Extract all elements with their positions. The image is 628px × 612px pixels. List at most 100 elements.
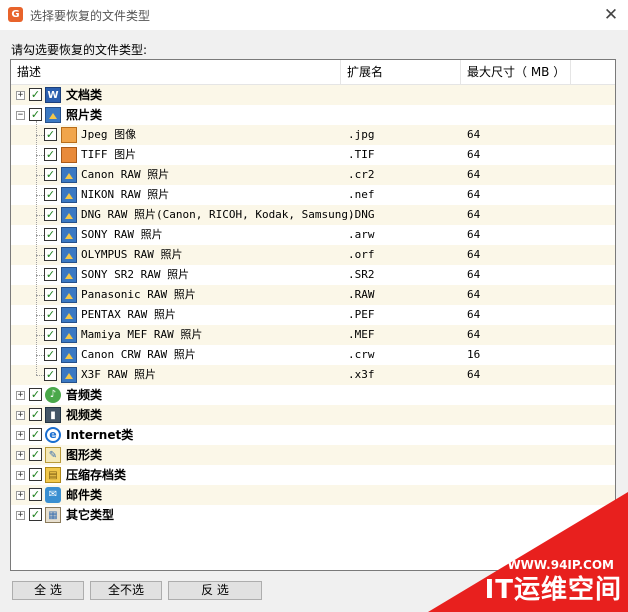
- expand-toggle[interactable]: +: [16, 491, 25, 500]
- file-type-row[interactable]: ✓ Mamiya MEF RAW 照片 .MEF 64: [11, 325, 615, 345]
- max-size: 64: [467, 228, 481, 241]
- file-type-label: Panasonic RAW 照片: [81, 288, 196, 301]
- file-type-checkbox[interactable]: ✓: [44, 168, 57, 181]
- tiff-file-icon: [61, 147, 77, 163]
- file-type-row[interactable]: ✓ Canon CRW RAW 照片 .crw 16: [11, 345, 615, 365]
- category-row[interactable]: + ✓ ✎ 图形类: [11, 445, 615, 465]
- category-label: 图形类: [66, 448, 103, 462]
- category-row[interactable]: − ✓ 照片类: [11, 105, 615, 125]
- file-type-checkbox[interactable]: ✓: [44, 268, 57, 281]
- category-checkbox[interactable]: ✓: [29, 88, 42, 101]
- jpeg-file-icon: [61, 127, 77, 143]
- raw-photo-icon: [61, 207, 77, 223]
- column-header-max-size[interactable]: 最大尺寸（ MB ）: [461, 60, 571, 84]
- expand-toggle[interactable]: +: [16, 91, 25, 100]
- select-none-button[interactable]: 全不选: [90, 581, 162, 600]
- category-checkbox[interactable]: ✓: [29, 428, 42, 441]
- file-type-row[interactable]: ✓ Jpeg 图像 .jpg 64: [11, 125, 615, 145]
- max-size: 64: [467, 168, 481, 181]
- internet-explorer-icon: e: [45, 427, 61, 443]
- file-type-row[interactable]: ✓ NIKON RAW 照片 .nef 64: [11, 185, 615, 205]
- category-label: 压缩存档类: [66, 468, 127, 482]
- column-header-extension[interactable]: 扩展名: [341, 60, 461, 84]
- category-row[interactable]: + ✓ ♪ 音频类: [11, 385, 615, 405]
- category-checkbox[interactable]: ✓: [29, 388, 42, 401]
- file-type-row[interactable]: ✓ Canon RAW 照片 .cr2 64: [11, 165, 615, 185]
- max-size: 64: [467, 148, 481, 161]
- category-row[interactable]: + ✓ ▮ 视频类: [11, 405, 615, 425]
- file-type-row[interactable]: ✓ Panasonic RAW 照片 .RAW 64: [11, 285, 615, 305]
- expand-toggle[interactable]: +: [16, 411, 25, 420]
- file-type-checkbox[interactable]: ✓: [44, 328, 57, 341]
- select-all-button[interactable]: 全 选: [12, 581, 84, 600]
- file-extension: .x3f: [348, 368, 375, 381]
- category-checkbox[interactable]: ✓: [29, 408, 42, 421]
- file-type-row[interactable]: ✓ SONY SR2 RAW 照片 .SR2 64: [11, 265, 615, 285]
- file-extension: .arw: [348, 228, 375, 241]
- close-button[interactable]: ✕: [600, 4, 622, 26]
- file-type-checkbox[interactable]: ✓: [44, 308, 57, 321]
- file-type-checkbox[interactable]: ✓: [44, 248, 57, 261]
- file-type-row[interactable]: ✓ DNG RAW 照片(Canon, RICOH, Kodak, Samsung…: [11, 205, 615, 225]
- max-size: 64: [467, 248, 481, 261]
- raw-photo-icon: [61, 327, 77, 343]
- file-type-checkbox[interactable]: ✓: [44, 228, 57, 241]
- expand-toggle[interactable]: −: [16, 111, 25, 120]
- category-checkbox[interactable]: ✓: [29, 468, 42, 481]
- category-label: 其它类型: [66, 508, 115, 522]
- file-type-checkbox[interactable]: ✓: [44, 288, 57, 301]
- file-extension: .crw: [348, 348, 375, 361]
- category-label: 文档类: [66, 88, 103, 102]
- file-type-label: Mamiya MEF RAW 照片: [81, 328, 203, 341]
- expand-toggle[interactable]: +: [16, 451, 25, 460]
- file-type-checkbox[interactable]: ✓: [44, 208, 57, 221]
- raw-photo-icon: [61, 247, 77, 263]
- file-type-row[interactable]: ✓ PENTAX RAW 照片 .PEF 64: [11, 305, 615, 325]
- max-size: 64: [467, 188, 481, 201]
- file-type-checkbox[interactable]: ✓: [44, 188, 57, 201]
- category-label: 视频类: [66, 408, 103, 422]
- file-type-label: TIFF 图片: [81, 148, 137, 161]
- raw-photo-icon: [61, 187, 77, 203]
- raw-photo-icon: [61, 167, 77, 183]
- category-row[interactable]: + ✓ W 文档类: [11, 85, 615, 105]
- category-checkbox[interactable]: ✓: [29, 448, 42, 461]
- file-type-checkbox[interactable]: ✓: [44, 128, 57, 141]
- file-type-checkbox[interactable]: ✓: [44, 348, 57, 361]
- raw-photo-icon: [61, 267, 77, 283]
- invert-selection-button[interactable]: 反 选: [168, 581, 262, 600]
- category-label: Internet类: [66, 428, 134, 442]
- file-type-checkbox[interactable]: ✓: [44, 148, 57, 161]
- category-row[interactable]: + ✓ ▤ 压缩存档类: [11, 465, 615, 485]
- expand-toggle[interactable]: +: [16, 431, 25, 440]
- file-type-row[interactable]: ✓ X3F RAW 照片 .x3f 64: [11, 365, 615, 385]
- watermark-brand: IT运维空间: [484, 575, 622, 605]
- file-extension: .nef: [348, 188, 375, 201]
- app-icon: G: [8, 7, 23, 22]
- file-type-label: Canon CRW RAW 照片: [81, 348, 196, 361]
- expand-toggle[interactable]: +: [16, 511, 25, 520]
- file-extension: .DNG: [348, 208, 375, 221]
- category-checkbox[interactable]: ✓: [29, 488, 42, 501]
- file-type-row[interactable]: ✓ TIFF 图片 .TIF 64: [11, 145, 615, 165]
- expand-toggle[interactable]: +: [16, 471, 25, 480]
- tree-connector: [36, 355, 44, 356]
- file-type-label: OLYMPUS RAW 照片: [81, 248, 183, 261]
- expand-toggle[interactable]: +: [16, 391, 25, 400]
- other-files-icon: ▦: [45, 507, 61, 523]
- category-row[interactable]: + ✓ e Internet类: [11, 425, 615, 445]
- raw-photo-icon: [61, 227, 77, 243]
- file-extension: .SR2: [348, 268, 375, 281]
- file-type-checkbox[interactable]: ✓: [44, 368, 57, 381]
- file-type-row[interactable]: ✓ OLYMPUS RAW 照片 .orf 64: [11, 245, 615, 265]
- column-header-description[interactable]: 描述: [11, 60, 341, 84]
- window-title: 选择要恢复的文件类型: [30, 9, 151, 23]
- audio-icon: ♪: [45, 387, 61, 403]
- file-type-row[interactable]: ✓ SONY RAW 照片 .arw 64: [11, 225, 615, 245]
- file-extension: .TIF: [348, 148, 375, 161]
- category-checkbox[interactable]: ✓: [29, 108, 42, 121]
- max-size: 64: [467, 128, 481, 141]
- photo-icon: [45, 107, 61, 123]
- file-type-label: Canon RAW 照片: [81, 168, 170, 181]
- category-checkbox[interactable]: ✓: [29, 508, 42, 521]
